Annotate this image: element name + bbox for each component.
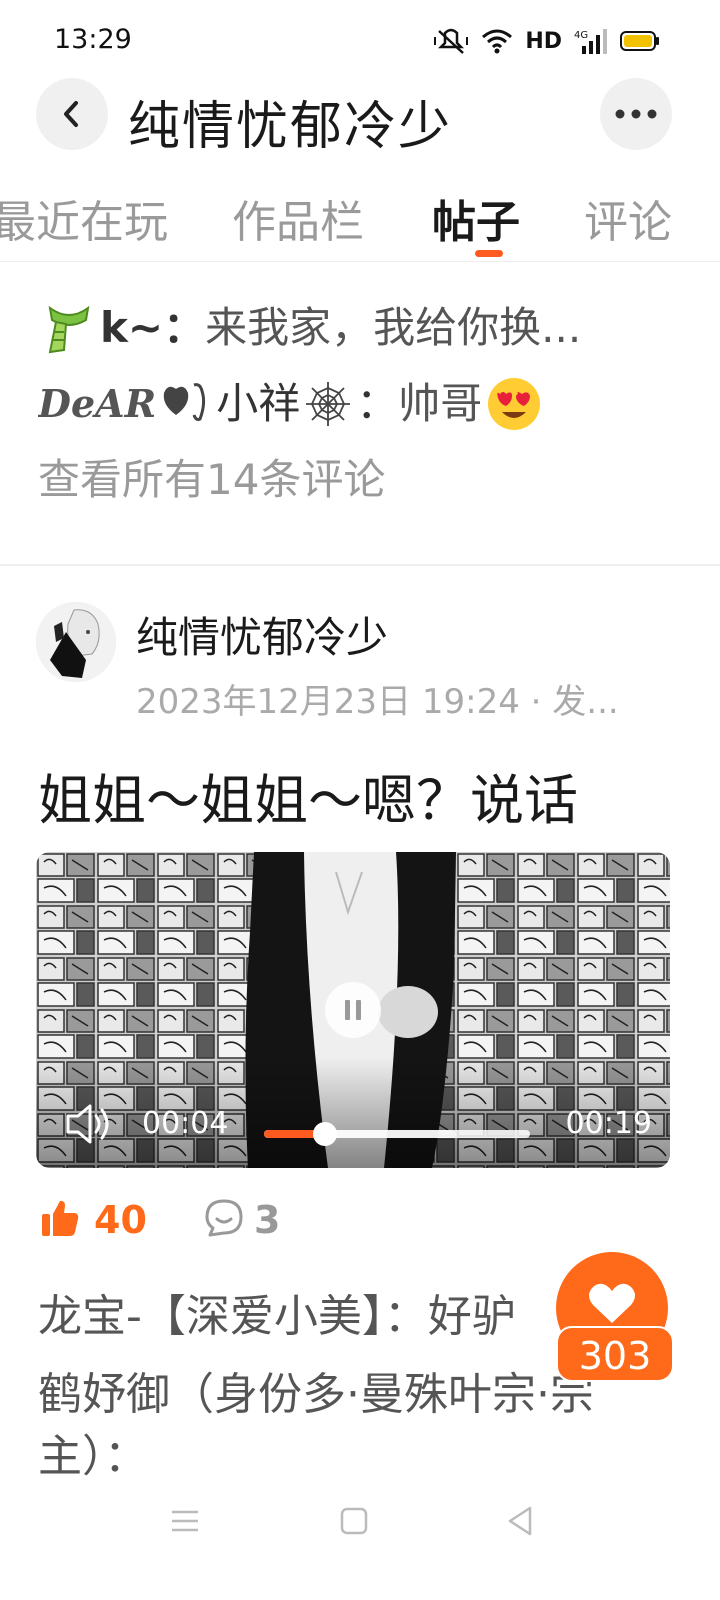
home-icon[interactable] [338, 1504, 370, 1538]
status-icons: HD 4G [433, 24, 660, 58]
post-comment-item[interactable]: 主）： [38, 1420, 148, 1484]
menu-icon[interactable] [168, 1504, 202, 1538]
spider-web-icon [306, 382, 351, 426]
comments-preview: k~ ： 来我家，我给你换... DeAR 小祥 ： 帅哥 查看所有14条评论 [38, 290, 678, 518]
video-progress-bar[interactable] [264, 1122, 530, 1146]
divider [0, 564, 720, 566]
tab-works[interactable]: 作品栏 [232, 186, 364, 250]
signal-icon: 4G [574, 29, 607, 54]
active-tab-indicator [475, 250, 503, 257]
comment-bubble-icon[interactable] [204, 1198, 244, 1238]
avatar-image [36, 602, 116, 682]
author-avatar[interactable] [36, 602, 116, 682]
more-dots-icon [615, 109, 657, 119]
floating-like-count: 303 [556, 1326, 674, 1382]
comment-count: 3 [254, 1198, 281, 1242]
header: 纯情忧郁冷少 [0, 78, 720, 170]
battery-icon [620, 31, 659, 51]
back-button[interactable] [36, 78, 108, 150]
tab-posts[interactable]: 帖子 [432, 186, 520, 250]
tab-comments[interactable]: 评论 [584, 186, 672, 250]
back-arrow-icon [64, 101, 78, 127]
pause-icon [345, 1000, 361, 1020]
video-current-time: 00:04 [142, 1106, 229, 1141]
tab-recent-played[interactable]: 最近在玩 [0, 186, 168, 250]
thumbs-up-icon[interactable] [40, 1198, 80, 1238]
view-all-comments-link[interactable]: 查看所有14条评论 [38, 442, 678, 518]
mute-vibrate-icon [434, 28, 469, 54]
pause-button[interactable] [325, 982, 381, 1038]
status-time: 13:29 [54, 24, 132, 55]
video-player[interactable]: 00:04 00:19 [36, 852, 670, 1168]
post-title: 姐姐～姐姐～嗯？说话 [38, 769, 578, 832]
scarf-emoji-icon [48, 305, 90, 354]
heart-icon [589, 1283, 635, 1323]
back-triangle-icon[interactable] [504, 1504, 536, 1538]
wifi-icon [482, 29, 513, 54]
heart-eyes-emoji-icon [488, 378, 541, 430]
comment-text: 来我家，我给你换... [205, 303, 582, 352]
comment-separator: ： [356, 379, 399, 428]
network-label: HD [525, 28, 562, 54]
post-timestamp: 2023年12月23日 19:24 · 发... [136, 682, 619, 722]
tab-bar: 最近在玩 作品栏 帖子 评论 [0, 180, 720, 262]
comment-separator: ： [163, 303, 206, 352]
comment-text: 帅哥 [398, 379, 483, 428]
page-title: 纯情忧郁冷少 [128, 97, 453, 157]
comment-author: 小祥 [216, 379, 301, 428]
comment-author: k~ [100, 303, 164, 352]
comment-preview-item[interactable]: k~ ： 来我家，我给你换... [38, 290, 678, 366]
comment-author-prefix: DeAR [38, 381, 157, 426]
status-bar: 13:29 HD 4G [0, 0, 720, 80]
post-comment-item[interactable]: 鹤妤御（身份多·曼殊叶宗·宗 [38, 1358, 594, 1422]
svg-text:4G: 4G [574, 30, 588, 41]
video-total-time: 00:19 [565, 1106, 652, 1141]
comment-preview-item[interactable]: DeAR 小祥 ： 帅哥 [38, 366, 678, 442]
system-nav-bar [0, 1486, 720, 1600]
heart-apple-icon [163, 383, 206, 421]
more-button[interactable] [600, 78, 672, 150]
video-progress-thumb[interactable] [313, 1122, 338, 1146]
post-author-name[interactable]: 纯情忧郁冷少 [136, 604, 388, 665]
volume-icon[interactable] [64, 1102, 112, 1146]
like-count: 40 [94, 1198, 147, 1242]
post-comment-item[interactable]: 龙宝-【深爱小美】：好驴 [38, 1280, 516, 1344]
